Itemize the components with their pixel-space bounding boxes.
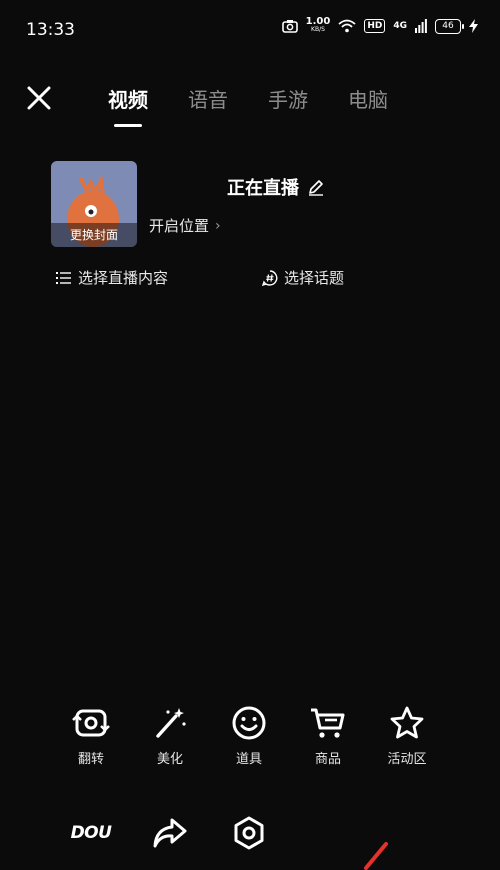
choose-topic-button[interactable]: 选择话题 [262, 267, 344, 288]
choose-topic-label: 选择话题 [284, 269, 345, 287]
location-label: 开启位置 [149, 217, 210, 235]
mode-tabs: 视频 语音 手游 电脑 [108, 84, 388, 127]
status-time: 13:33 [26, 20, 75, 40]
tab-pc[interactable]: 电脑 [348, 84, 388, 113]
status-icons: 1.00 KB/S HD 4G 46 [281, 16, 478, 34]
hashtag-icon [262, 269, 278, 286]
start-live-edge-icon [364, 842, 388, 870]
live-title[interactable]: 正在直播 [227, 174, 299, 200]
hd-badge: HD [364, 19, 386, 33]
wifi-icon [338, 19, 356, 33]
magic-wand-icon [156, 708, 186, 738]
settings-button[interactable] [209, 816, 289, 858]
props-label: 道具 [235, 752, 262, 767]
list-icon [56, 271, 71, 284]
beautify-label: 美化 [156, 752, 183, 767]
charging-icon [469, 19, 478, 33]
network-type: 4G [393, 20, 407, 31]
change-cover-label: 更换封面 [51, 223, 137, 247]
share-button[interactable] [130, 816, 210, 858]
flip-camera-icon [72, 709, 110, 737]
network-speed: 1.00 KB/S [305, 16, 331, 34]
choose-content-label: 选择直播内容 [78, 269, 169, 287]
battery-indicator: 46 [435, 18, 464, 34]
close-icon[interactable] [24, 83, 54, 113]
beautify-button[interactable]: 美化 [130, 706, 210, 767]
share-arrow-icon [153, 818, 187, 848]
signal-icon [415, 19, 427, 33]
tab-video[interactable]: 视频 [108, 84, 148, 127]
props-button[interactable]: 道具 [209, 706, 289, 767]
goods-label: 商品 [314, 752, 341, 767]
location-toggle[interactable]: 开启位置 › [149, 215, 221, 236]
activity-button[interactable]: 活动区 [367, 706, 447, 767]
flip-label: 翻转 [77, 752, 104, 767]
dou-plus-button[interactable]: DOU [51, 816, 131, 850]
shopping-cart-icon [311, 708, 345, 738]
status-bar: 13:33 1.00 KB/S HD 4G 46 [0, 0, 500, 60]
live-title-row[interactable]: 正在直播 [227, 174, 325, 200]
chevron-right-icon: › [215, 217, 221, 234]
cover-image[interactable]: 更换封面 [51, 161, 137, 247]
camera-icon [281, 20, 298, 33]
goods-button[interactable]: 商品 [288, 706, 368, 767]
flip-button[interactable]: 翻转 [51, 706, 131, 767]
star-icon [390, 706, 424, 739]
edit-pencil-icon[interactable] [307, 178, 325, 196]
choose-content-button[interactable]: 选择直播内容 [56, 267, 168, 288]
tab-voice[interactable]: 语音 [188, 84, 228, 113]
dou-logo-icon: DOU [70, 823, 112, 843]
tab-mobile-game[interactable]: 手游 [268, 84, 308, 113]
smile-icon [232, 706, 266, 740]
settings-hexagon-icon [234, 816, 264, 850]
activity-label: 活动区 [387, 752, 427, 767]
